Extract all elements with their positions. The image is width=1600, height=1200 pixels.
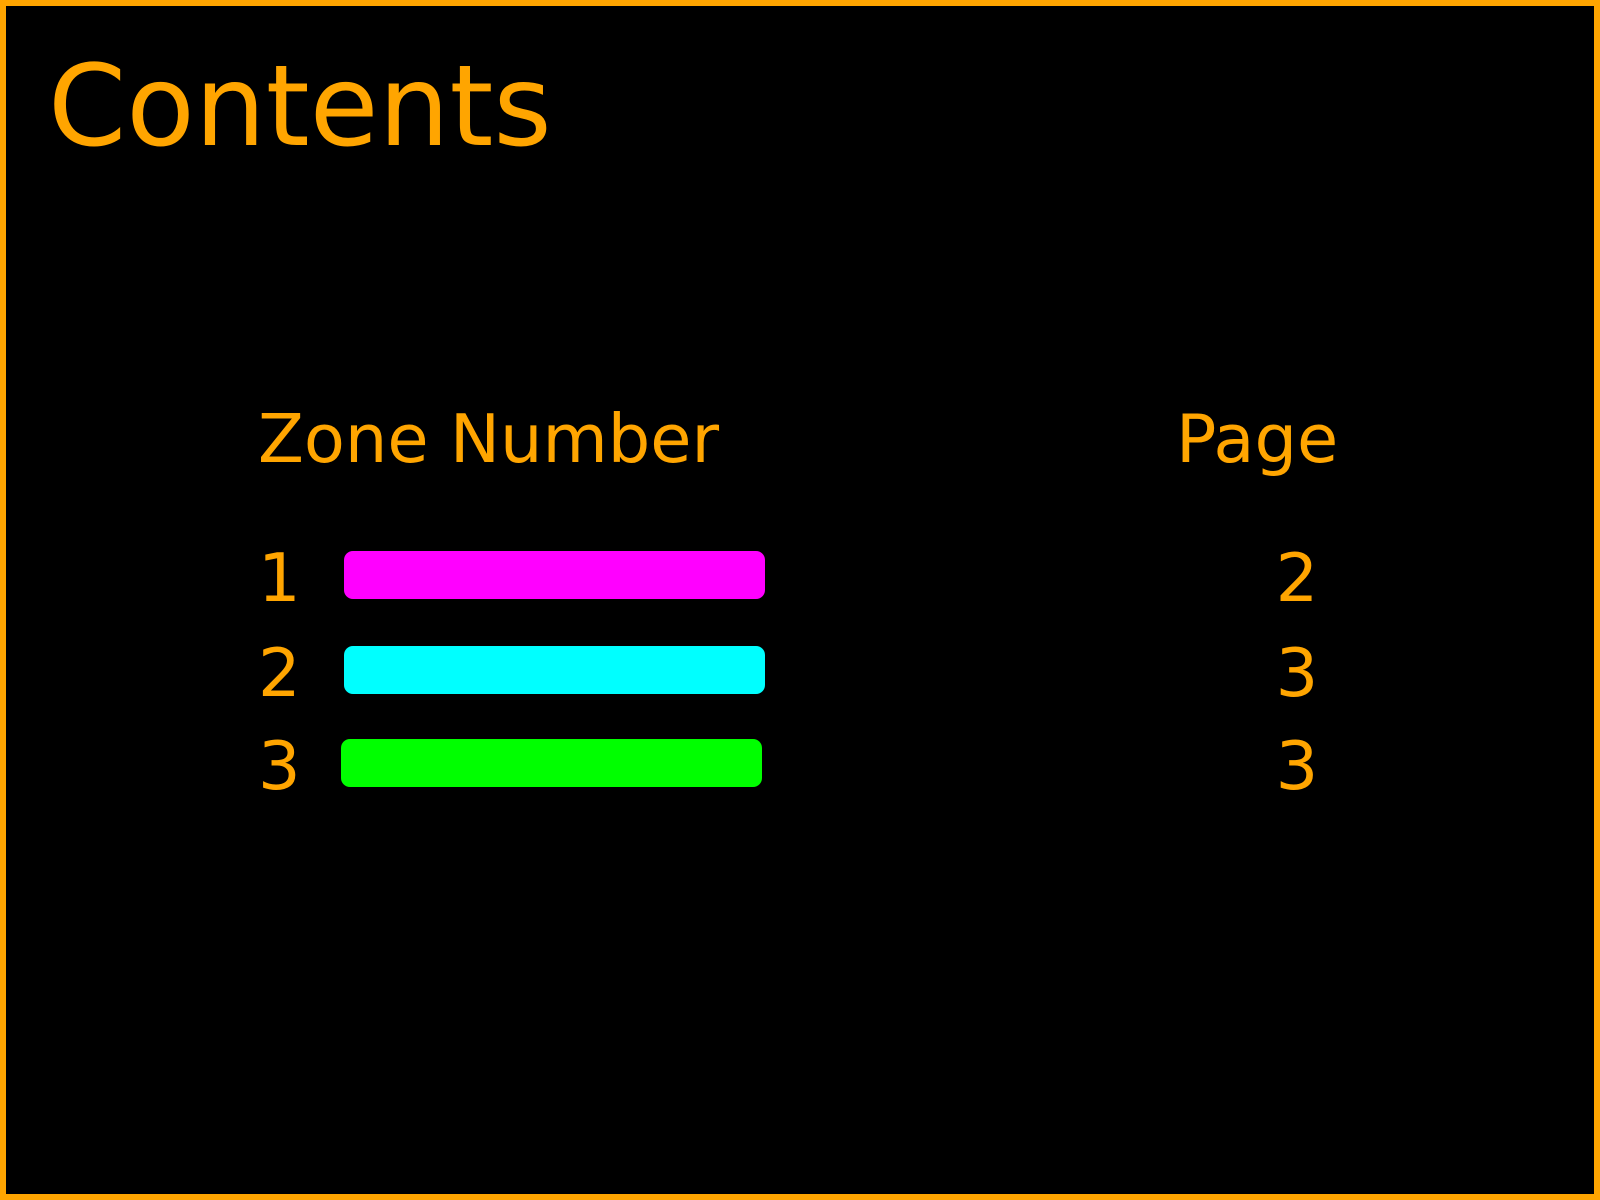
page-header: Page bbox=[1176, 400, 1339, 478]
page-title: Contents bbox=[48, 42, 552, 172]
zone-color-bar bbox=[344, 646, 765, 694]
zone-color-bar bbox=[341, 739, 762, 787]
zone-row-1[interactable]: 1 2 bbox=[258, 539, 1358, 617]
zone-number: 2 bbox=[258, 634, 301, 712]
page-number: 3 bbox=[1275, 727, 1319, 805]
zone-color-bar bbox=[344, 551, 765, 599]
zone-number: 1 bbox=[258, 539, 301, 617]
zone-row-3[interactable]: 3 3 bbox=[258, 727, 1358, 805]
page-number: 2 bbox=[1275, 539, 1319, 617]
zone-number: 3 bbox=[258, 727, 301, 805]
page-number: 3 bbox=[1275, 634, 1319, 712]
zone-number-header: Zone Number bbox=[258, 400, 720, 478]
zone-row-2[interactable]: 2 3 bbox=[258, 634, 1358, 712]
contents-frame: Contents Zone Number Page 1 2 2 3 3 3 bbox=[0, 0, 1600, 1200]
